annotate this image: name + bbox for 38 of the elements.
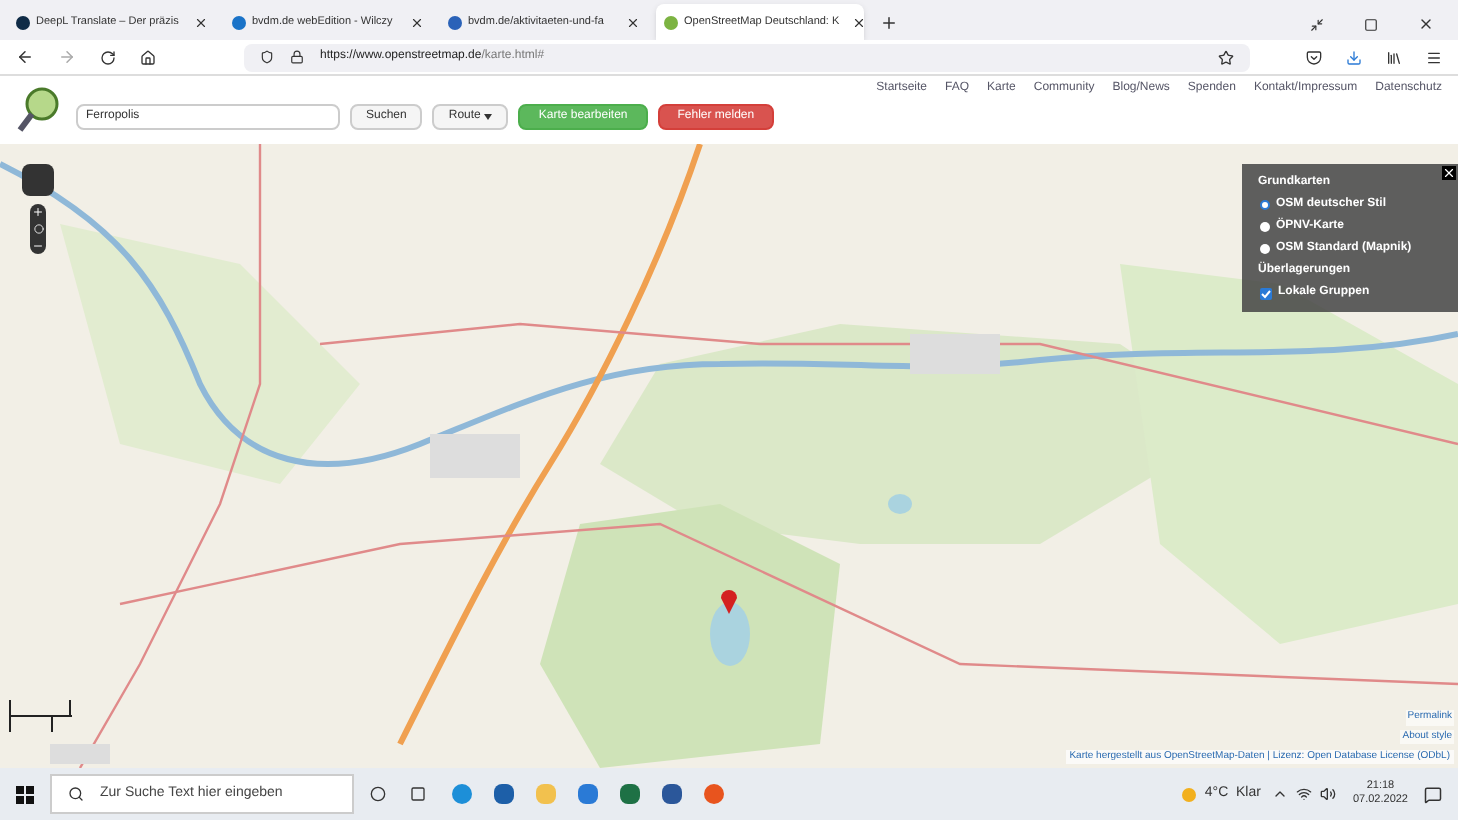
- cortana-icon[interactable]: [370, 786, 386, 802]
- caret-icon: [484, 114, 493, 120]
- zoom-in-icon[interactable]: [32, 206, 44, 219]
- bookmark-star-icon[interactable]: [1218, 49, 1234, 65]
- download-icon[interactable]: [1346, 49, 1362, 65]
- search-icon: [68, 786, 84, 802]
- task-view-icon[interactable]: [410, 786, 426, 802]
- close-icon[interactable]: [410, 15, 424, 29]
- windows-logo-icon[interactable]: [16, 785, 34, 803]
- menu-icon[interactable]: [1426, 49, 1442, 65]
- home-icon[interactable]: [140, 49, 156, 65]
- checkbox[interactable]: [1260, 287, 1272, 299]
- pan-control[interactable]: [22, 164, 54, 196]
- lock-icon: [290, 50, 304, 64]
- shield-icon: [260, 50, 274, 64]
- close-icon[interactable]: [194, 15, 208, 29]
- close-icon[interactable]: [626, 15, 640, 29]
- zoom-out-icon[interactable]: [32, 239, 44, 252]
- maximize-icon[interactable]: [1364, 18, 1378, 32]
- radio-button[interactable]: [1260, 244, 1270, 254]
- magnifier-logo-icon: [16, 86, 60, 134]
- close-icon[interactable]: [851, 15, 866, 29]
- pocket-icon[interactable]: [1306, 49, 1322, 65]
- volume-icon[interactable]: [1320, 786, 1337, 802]
- globe-icon[interactable]: [33, 223, 43, 234]
- reload-icon[interactable]: [100, 49, 116, 65]
- close-window-icon[interactable]: [1418, 16, 1434, 32]
- minimize-icon[interactable]: [1310, 18, 1324, 32]
- chevron-up-icon[interactable]: [1272, 786, 1289, 802]
- radio-button[interactable]: [1260, 222, 1270, 232]
- library-icon[interactable]: [1386, 49, 1402, 65]
- location-marker-icon: [720, 588, 738, 614]
- back-icon[interactable]: [16, 48, 34, 66]
- network-icon[interactable]: [1296, 786, 1313, 802]
- scale-bar-icon: [8, 696, 72, 736]
- notification-icon[interactable]: [1424, 785, 1442, 803]
- new-tab-icon[interactable]: [880, 14, 898, 32]
- radio-button[interactable]: [1260, 200, 1270, 210]
